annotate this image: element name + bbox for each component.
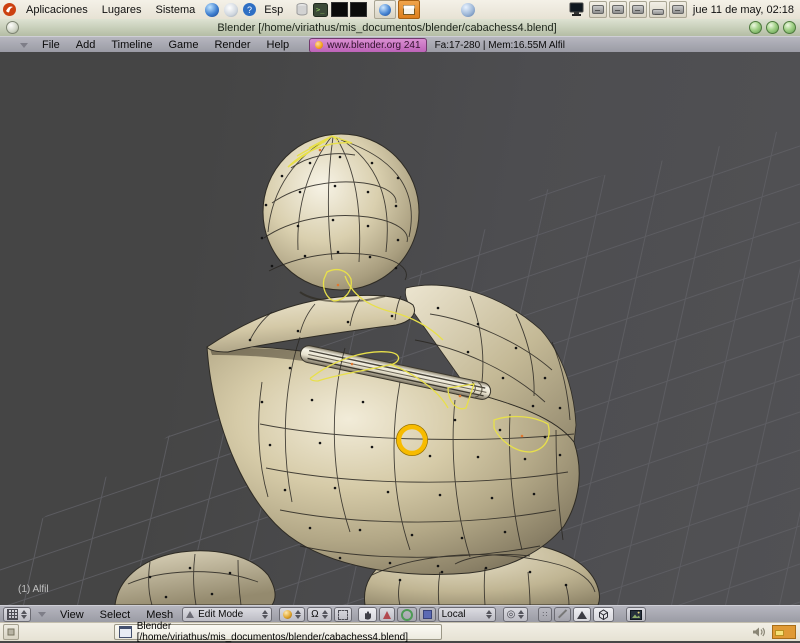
desktop-screen: { "colors": { "selection_yellow": "#e8e0… (0, 0, 800, 643)
vertex-select-button[interactable]: ∷ (538, 607, 553, 622)
maximize-button[interactable] (766, 21, 779, 34)
mesh-scene (0, 126, 800, 606)
cube-icon (599, 609, 609, 621)
window-icon (119, 626, 132, 638)
dark-app-icon[interactable] (331, 2, 349, 17)
header-collapse-icon[interactable] (38, 612, 46, 617)
rotate-circle-icon (400, 608, 413, 621)
show-desktop-button[interactable] (3, 624, 19, 640)
manipulator-toggle[interactable] (333, 607, 352, 622)
edit-mode-icon (186, 611, 195, 618)
viewport-type-dropdown[interactable] (3, 607, 31, 622)
dashed-square-icon (337, 609, 348, 620)
drive-button[interactable] (668, 1, 687, 18)
face-triangle-icon (577, 610, 588, 619)
render-preview-button[interactable] (626, 607, 647, 622)
menu-timeline[interactable]: Timeline (103, 39, 160, 51)
blender-logo-icon (315, 41, 324, 49)
workspace-pager[interactable] (772, 625, 796, 639)
blender-version-button[interactable]: www.blender.org 241 (309, 37, 427, 53)
minimize-button[interactable] (749, 21, 762, 34)
grid-icon (7, 609, 18, 620)
menu-aplicaciones[interactable]: Aplicaciones (19, 0, 95, 19)
menu-lugares[interactable]: Lugares (95, 0, 149, 19)
menu-add[interactable]: Add (68, 39, 104, 51)
window-title: Blender [/home/viriathus/mis_documentos/… (217, 21, 557, 34)
menu-sistema[interactable]: Sistema (149, 0, 203, 19)
windowlist-active-window-icon[interactable] (398, 0, 421, 19)
edge-select-button[interactable] (554, 607, 572, 622)
menu-view[interactable]: View (52, 609, 92, 621)
browser-globe-icon[interactable] (203, 2, 220, 17)
window-titlebar[interactable]: Blender [/home/viriathus/mis_documentos/… (0, 19, 800, 37)
snap-circle-button[interactable]: ◎ (502, 607, 529, 622)
clock-icon[interactable] (222, 2, 239, 17)
pivot-button[interactable]: Ω (307, 607, 332, 622)
distro-logo-icon[interactable] (1, 2, 18, 17)
hand-button[interactable] (357, 607, 377, 622)
dark-app-icon[interactable] (350, 2, 368, 17)
scale-square-icon (422, 610, 432, 619)
occlude-button[interactable] (593, 607, 615, 622)
draw-mode-button[interactable] (279, 607, 306, 622)
taskbar-window-button[interactable]: Blender [/home/viriathus/mis_documentos/… (114, 621, 442, 643)
bullseye-icon: ◎ (506, 609, 516, 620)
vertex-dots-icon: ∷ (542, 610, 549, 619)
translate-button[interactable] (378, 607, 395, 622)
menu-mesh[interactable]: Mesh (138, 609, 181, 621)
face-select-button[interactable] (573, 607, 592, 622)
hand-icon (364, 611, 371, 620)
menu-render[interactable]: Render (206, 39, 258, 51)
menu-help[interactable]: Help (259, 39, 298, 51)
drive-button[interactable] (588, 1, 607, 18)
pivot-omega-icon: Ω (311, 609, 319, 620)
volume-icon[interactable] (752, 626, 766, 638)
image-icon (630, 609, 643, 620)
drive-button[interactable] (648, 1, 667, 18)
spinner-arrows-icon (21, 610, 27, 619)
close-button[interactable] (783, 21, 796, 34)
menu-select[interactable]: Select (92, 609, 139, 621)
drive-button[interactable] (628, 1, 647, 18)
scale-button[interactable] (418, 607, 436, 622)
mesh-lip (206, 294, 415, 353)
svg-text:>_: >_ (316, 6, 325, 14)
viewport-3d[interactable]: (1) Alfil (0, 52, 800, 606)
svg-text:?: ? (247, 5, 252, 15)
rotate-button[interactable] (396, 607, 417, 622)
shaded-sphere-icon (283, 610, 293, 619)
mode-dropdown[interactable]: Edit Mode (182, 607, 273, 622)
menu-game[interactable]: Game (160, 39, 206, 51)
window-menu-icon[interactable] (6, 21, 19, 34)
desktop-icon (7, 628, 15, 636)
header-collapse-icon[interactable] (20, 42, 28, 48)
network-globe-icon[interactable] (459, 2, 476, 17)
drive-button[interactable] (608, 1, 627, 18)
desktop-panel: Aplicaciones Lugares Sistema ? Esp >_ ju… (0, 0, 800, 20)
edge-line-icon (558, 610, 567, 619)
bottom-taskbar: Blender [/home/viriathus/mis_documentos/… (0, 621, 800, 643)
terminal-icon[interactable]: >_ (312, 2, 329, 17)
object-name-label: (1) Alfil (18, 584, 49, 595)
monitor-icon[interactable] (569, 2, 586, 17)
windowlist-globe-icon[interactable] (374, 0, 397, 19)
panel-clock[interactable]: jue 11 de may, 02:18 (693, 4, 794, 16)
menu-file[interactable]: File (34, 39, 68, 51)
scene-stats-label: Fa:17-280 | Mem:16.55M Alfil (434, 39, 565, 51)
orientation-dropdown[interactable]: Local (437, 607, 496, 622)
keyboard-layout-indicator[interactable]: Esp (259, 0, 288, 19)
translate-triangle-icon (382, 610, 391, 619)
package-icon[interactable] (293, 2, 310, 17)
help-icon[interactable]: ? (241, 2, 258, 17)
